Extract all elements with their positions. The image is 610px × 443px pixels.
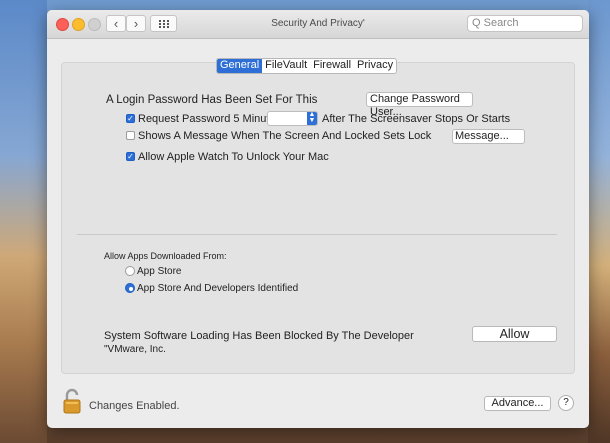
desktop-background-left — [0, 0, 47, 443]
login-password-text: A Login Password Has Been Set For This — [106, 94, 318, 106]
advanced-button[interactable]: Advance... — [484, 396, 551, 411]
allow-button[interactable]: Allow — [472, 326, 557, 342]
developer-name-text: "VMware, Inc. — [104, 344, 166, 355]
allow-apps-heading: Allow Apps Downloaded From: — [104, 251, 227, 261]
section-divider — [77, 234, 557, 235]
show-message-label: Shows A Message When The Screen And Lock… — [138, 130, 432, 142]
app-store-developers-label: App Store And Developers Identified — [137, 283, 299, 294]
apple-watch-checkbox[interactable]: ✓ — [126, 152, 135, 161]
security-privacy-window: ‹ › Security And Privacy' Q Search Gener… — [47, 10, 589, 428]
after-screensaver-label: After The Screensaver Stops Or Starts — [322, 113, 511, 125]
app-store-developers-radio[interactable] — [125, 283, 135, 293]
apple-watch-label: Allow Apple Watch To Unlock Your Mac — [138, 151, 329, 163]
lock-message-button[interactable]: Message... — [452, 129, 525, 144]
request-password-label: Request Password 5 Minutes — [138, 113, 282, 125]
tab-bar: General FileVault Firewall Privacy — [216, 58, 398, 74]
show-message-checkbox[interactable] — [126, 131, 135, 140]
change-password-button[interactable]: Change Password User... — [366, 92, 473, 118]
checkmark-icon: ✓ — [127, 152, 134, 161]
app-store-label: App Store — [137, 266, 182, 277]
app-store-radio[interactable] — [125, 266, 135, 276]
desktop-background-right — [588, 0, 610, 443]
request-password-checkbox[interactable]: ✓ — [126, 114, 135, 123]
password-delay-select[interactable]: ▲ ▼ — [267, 111, 318, 126]
tab-filevault[interactable]: FileVault — [262, 59, 310, 73]
search-input[interactable]: Q Search — [467, 15, 583, 32]
stepper-arrows-icon: ▲ ▼ — [307, 111, 317, 125]
tab-privacy[interactable]: Privacy — [354, 59, 396, 73]
lock-icon[interactable] — [62, 388, 82, 417]
tab-firewall[interactable]: Firewall — [310, 59, 354, 73]
title-bar: ‹ › Security And Privacy' Q Search — [47, 10, 589, 39]
tab-general[interactable]: General — [217, 59, 263, 73]
checkmark-icon: ✓ — [127, 114, 134, 123]
help-button[interactable]: ? — [558, 395, 574, 411]
blocked-software-text: System Software Loading Has Been Blocked… — [104, 330, 414, 342]
changes-enabled-label: Changes Enabled. — [89, 400, 180, 412]
